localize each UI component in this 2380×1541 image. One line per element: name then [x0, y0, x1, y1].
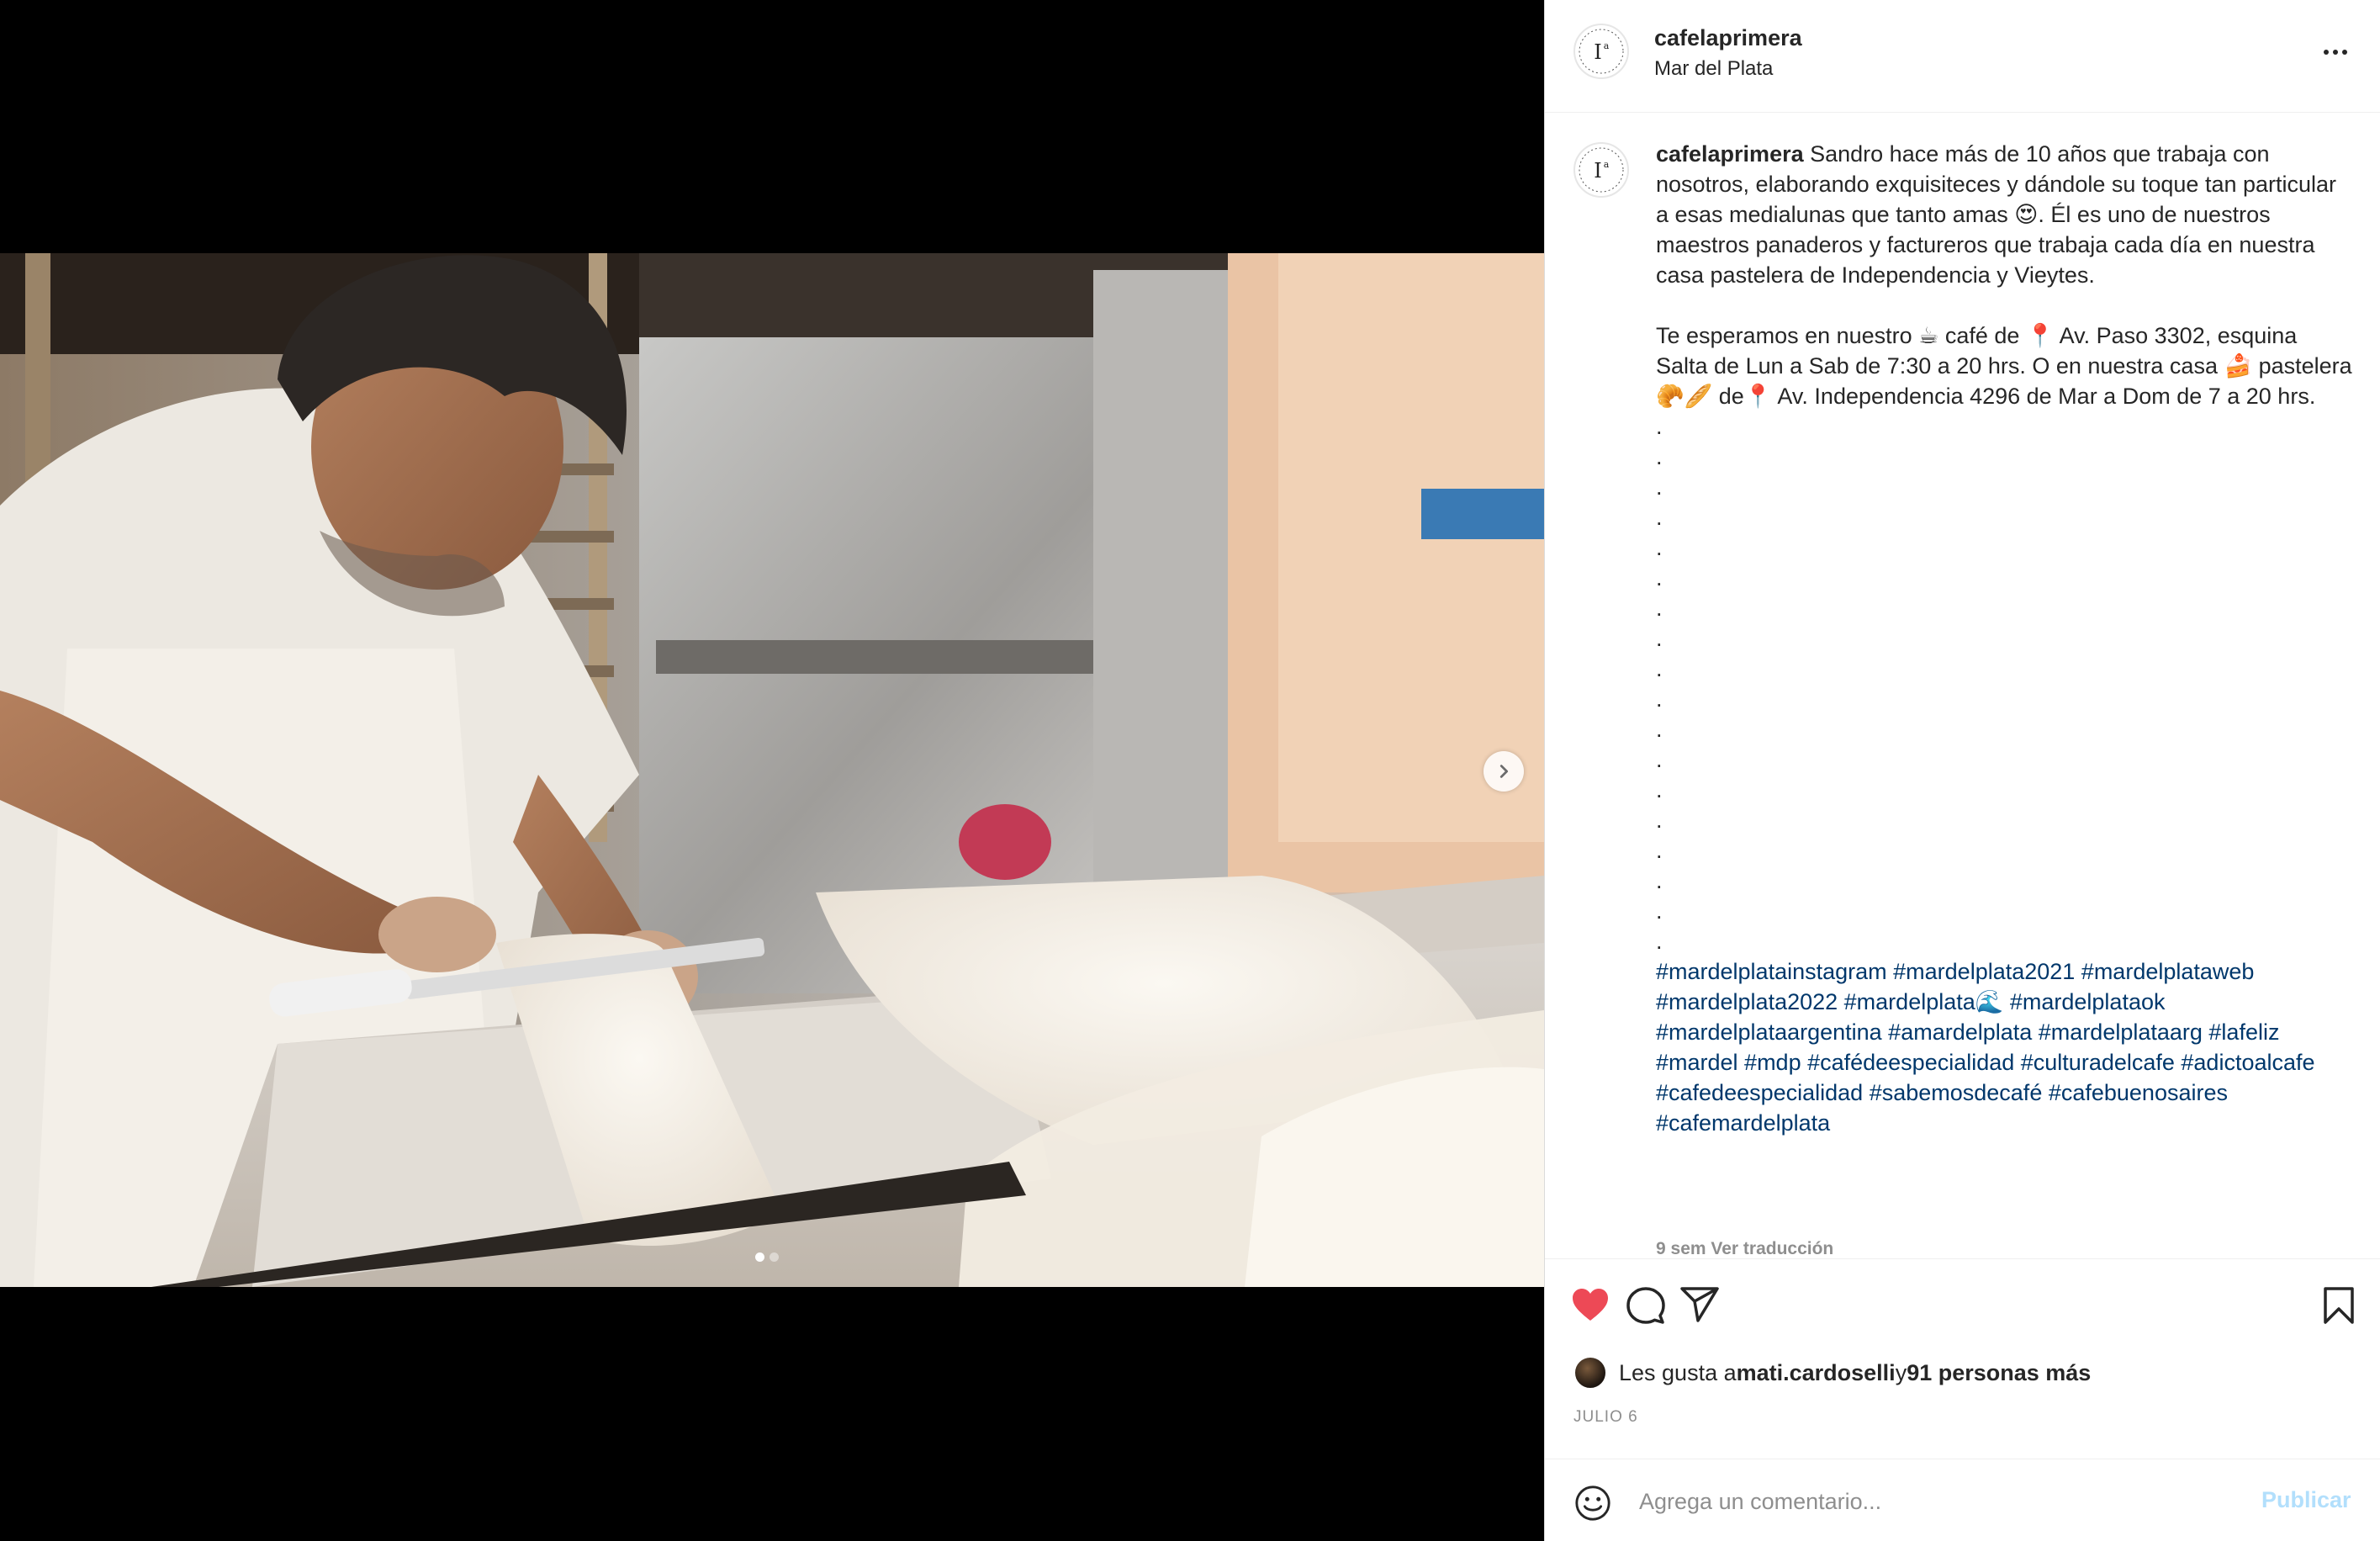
liker-username[interactable]: mati.cardoselli: [1737, 1360, 1896, 1386]
more-options-button[interactable]: [2324, 42, 2357, 62]
avatar[interactable]: I a: [1573, 24, 1629, 79]
carousel-next-button[interactable]: [1484, 751, 1524, 792]
bookmark-icon[interactable]: [2319, 1285, 2359, 1326]
caption-paragraph-2: Te esperamos en nuestro ☕ café de 📍 Av. …: [1656, 323, 2359, 409]
heart-icon[interactable]: [1570, 1285, 1610, 1326]
post-header: I a cafelaprimera Mar del Plata: [1545, 0, 2380, 113]
svg-text:a: a: [1604, 159, 1610, 170]
post-photo[interactable]: [0, 253, 1544, 1287]
post-media: [0, 0, 1544, 1541]
publish-button[interactable]: Publicar: [2261, 1487, 2351, 1513]
likes-summary: Les gusta a mati.cardoselli y 91 persona…: [1573, 1354, 2091, 1391]
chevron-right-icon: [1499, 765, 1509, 778]
comment-box: Publicar: [1545, 1459, 2380, 1541]
share-icon[interactable]: [1679, 1285, 1720, 1326]
carousel-dot-1: [755, 1252, 764, 1262]
baker-photo-illustration: [0, 253, 1544, 1287]
post-details-panel: I a cafelaprimera Mar del Plata I a cafe…: [1544, 0, 2380, 1541]
caption-area[interactable]: I a cafelaprimera Sandro hace más de 10 …: [1545, 114, 2380, 1259]
emoji-icon[interactable]: [1573, 1484, 1612, 1522]
brand-logo-icon: I a: [1579, 147, 1624, 193]
likes-count-link[interactable]: 91 personas más: [1907, 1360, 2091, 1386]
caption-hashtags[interactable]: #mardelplatainstagram #mardelplata2021 #…: [1656, 959, 2321, 1136]
likes-middle: y: [1895, 1359, 1907, 1385]
likes-prefix: Les gusta a: [1619, 1359, 1737, 1385]
post-location[interactable]: Mar del Plata: [1654, 57, 1773, 81]
action-bar: [1545, 1262, 2380, 1346]
svg-text:a: a: [1604, 40, 1610, 51]
svg-text:I: I: [1594, 159, 1601, 183]
caption-footer[interactable]: 9 sem Ver traducción: [1656, 1239, 1833, 1258]
carousel-indicator: [755, 1252, 779, 1262]
post-date[interactable]: JULIO 6: [1573, 1408, 1638, 1427]
caption-text: cafelaprimera Sandro hace más de 10 años…: [1656, 139, 2354, 1138]
svg-text:I: I: [1594, 40, 1601, 64]
caption-username[interactable]: cafelaprimera: [1656, 141, 1804, 167]
caption-dots: . . . . . . . . . . . . . . . . . .: [1656, 414, 1663, 954]
more-icon-dot: [2333, 50, 2338, 55]
comment-icon[interactable]: [1626, 1285, 1666, 1326]
post-username[interactable]: cafelaprimera: [1654, 25, 1802, 51]
more-icon-dot: [2342, 50, 2347, 55]
brand-logo-icon: I a: [1579, 29, 1624, 74]
more-icon: [2324, 50, 2329, 55]
carousel-dot-2: [770, 1252, 779, 1262]
liker-avatar[interactable]: [1573, 1356, 1607, 1390]
caption-avatar[interactable]: I a: [1573, 142, 1629, 198]
comment-input[interactable]: [1639, 1478, 2228, 1525]
